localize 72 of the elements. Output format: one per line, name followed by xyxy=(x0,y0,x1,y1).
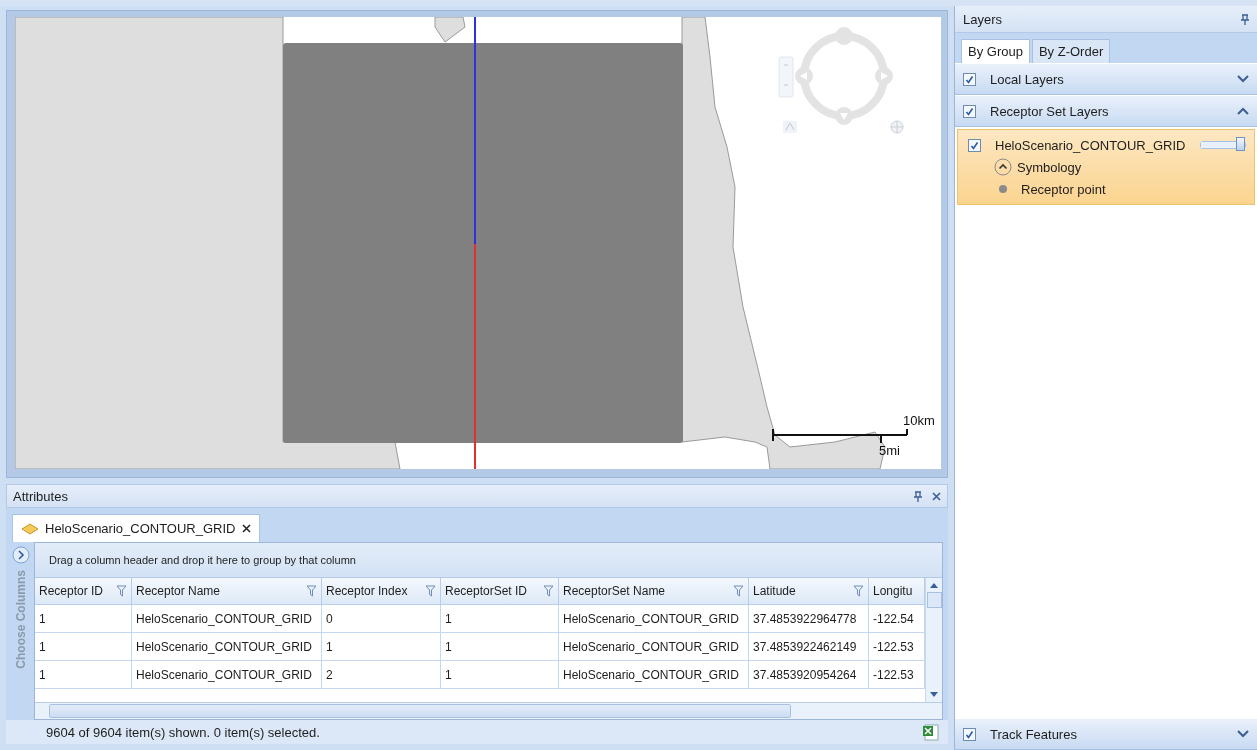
layer-item[interactable]: HeloScenario_CONTOUR_GRID Symbology Receptor point xyxy=(957,129,1255,205)
table-cell: HeloScenario_CONTOUR_GRID xyxy=(559,605,749,633)
column-header[interactable]: Receptor Index xyxy=(322,578,441,605)
layer-diamond-icon xyxy=(21,522,39,535)
panel-title: Layers xyxy=(963,11,1003,27)
pin-icon[interactable] xyxy=(1241,13,1249,25)
table-cell: HeloScenario_CONTOUR_GRID xyxy=(132,605,322,633)
expand-icon[interactable] xyxy=(12,546,30,564)
column-header[interactable]: Receptor ID xyxy=(35,578,132,605)
chevron-down-icon[interactable] xyxy=(1237,730,1249,738)
table-cell: 1 xyxy=(441,605,559,633)
table-cell: 1 xyxy=(441,633,559,661)
panel-title: Attributes xyxy=(13,488,68,504)
table-cell: 37.4853922964778 xyxy=(749,605,869,633)
scale-label: 5mi xyxy=(879,443,900,458)
chevron-up-icon[interactable] xyxy=(1237,107,1249,115)
layer-label: HeloScenario_CONTOUR_GRID xyxy=(995,137,1186,153)
group-by-hint: Drag a column header and drop it here to group by that column xyxy=(35,543,942,578)
spreadsheet-export-icon[interactable] xyxy=(922,723,940,741)
document-tab[interactable]: HeloScenario_CONTOUR_GRID xyxy=(12,514,260,542)
checkbox[interactable] xyxy=(963,104,976,118)
table-cell: 1 xyxy=(441,661,559,689)
filter-icon[interactable] xyxy=(853,585,864,597)
slider-thumb[interactable] xyxy=(1236,137,1245,151)
table-cell: HeloScenario_CONTOUR_GRID xyxy=(559,633,749,661)
group-label: Receptor Set Layers xyxy=(990,103,1110,119)
table-cell: 0 xyxy=(322,605,441,633)
horizontal-scrollbar[interactable] xyxy=(35,702,942,719)
tab-label: HeloScenario_CONTOUR_GRID xyxy=(45,521,236,536)
group-header[interactable]: Track Features xyxy=(955,718,1257,750)
legend-label: Symbology xyxy=(1017,159,1082,175)
column-header[interactable]: Latitude xyxy=(749,578,869,605)
group-header[interactable]: Local Layers xyxy=(955,63,1257,95)
checkbox[interactable] xyxy=(968,138,981,152)
filter-icon[interactable] xyxy=(306,585,317,597)
group-label: Track Features xyxy=(990,726,1078,742)
table-cell: 1 xyxy=(35,633,132,661)
legend-label: Receptor point xyxy=(1021,181,1106,197)
column-header[interactable]: Longitu xyxy=(869,578,925,605)
checkbox[interactable] xyxy=(963,727,976,741)
filter-icon[interactable] xyxy=(116,585,127,597)
scrollbar-thumb[interactable] xyxy=(926,592,942,608)
status-text: 9604 of 9604 item(s) shown. 0 item(s) selected. xyxy=(46,724,320,740)
scale-label: 10km xyxy=(903,413,935,428)
group-header[interactable]: Receptor Set Layers xyxy=(955,95,1257,127)
group-label: Local Layers xyxy=(990,71,1065,87)
collapse-icon[interactable] xyxy=(994,158,1012,176)
table-cell: HeloScenario_CONTOUR_GRID xyxy=(132,661,322,689)
table-cell: 1 xyxy=(322,633,441,661)
tab[interactable]: By Z-Order xyxy=(1031,39,1111,63)
scroll-down-icon[interactable] xyxy=(930,692,938,698)
tab[interactable]: By Group xyxy=(961,39,1030,63)
column-header[interactable]: ReceptorSet ID xyxy=(441,578,559,605)
close-icon[interactable] xyxy=(241,524,251,533)
scroll-up-icon[interactable] xyxy=(930,582,938,588)
table-cell: 2 xyxy=(322,661,441,689)
scrollbar-thumb[interactable] xyxy=(49,704,791,718)
column-header[interactable]: Receptor Name xyxy=(132,578,322,605)
pin-icon[interactable] xyxy=(914,490,922,502)
filter-icon[interactable] xyxy=(425,585,436,597)
table-cell: 37.4853920954264 xyxy=(749,661,869,689)
table-cell: HeloScenario_CONTOUR_GRID xyxy=(559,661,749,689)
table-cell: HeloScenario_CONTOUR_GRID xyxy=(132,633,322,661)
filter-icon[interactable] xyxy=(733,585,744,597)
table-cell: 1 xyxy=(35,605,132,633)
column-header[interactable]: ReceptorSet Name xyxy=(559,578,749,605)
vertical-scrollbar[interactable] xyxy=(925,578,942,702)
chevron-down-icon[interactable] xyxy=(1237,75,1249,83)
checkbox[interactable] xyxy=(963,72,976,86)
table-cell: 1 xyxy=(35,661,132,689)
table-cell: 37.4853922462149 xyxy=(749,633,869,661)
filter-icon[interactable] xyxy=(543,585,554,597)
